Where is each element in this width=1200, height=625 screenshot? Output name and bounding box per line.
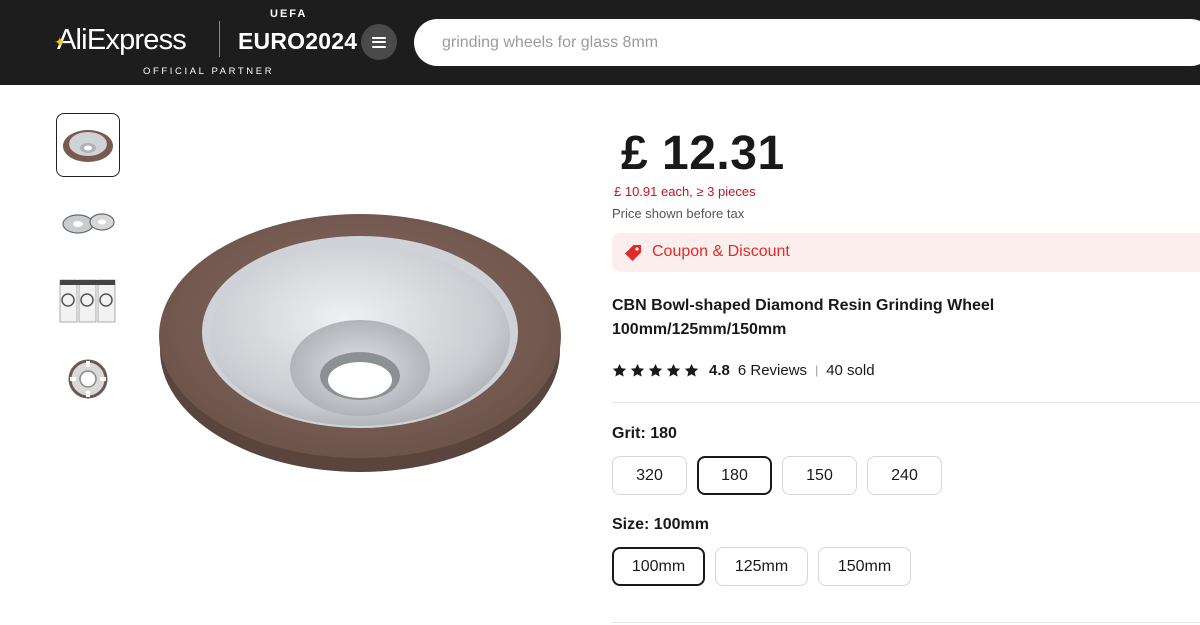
product-title: CBN Bowl-shaped Diamond Resin Grinding W…: [612, 297, 995, 338]
coupon-banner[interactable]: Coupon & Discount: [612, 233, 1200, 272]
grit-option-180[interactable]: 180: [697, 456, 772, 495]
logo-star-icon: ✦: [54, 34, 66, 50]
star-rating: [612, 363, 699, 378]
size-label-text: Size:: [612, 516, 654, 533]
hamburger-icon: [372, 36, 386, 48]
site-header: ✦ AliExpress UEFA EURO2024 OFFICIAL PART…: [0, 0, 1200, 85]
grit-option-240[interactable]: 240: [867, 456, 942, 495]
bulk-price: £ 10.91 each, ≥ 3 pieces: [614, 184, 756, 199]
search-input[interactable]: [442, 19, 1142, 66]
separator: |: [815, 363, 819, 377]
wheels-pair-thumb-image: [62, 213, 115, 234]
aliexpress-logo[interactable]: ✦ AliExpress: [54, 24, 187, 57]
grit-option-150[interactable]: 150: [782, 456, 857, 495]
size-option-150mm[interactable]: 150mm: [818, 547, 911, 586]
main-product-image[interactable]: [150, 190, 570, 490]
grit-option-320[interactable]: 320: [612, 456, 687, 495]
sold-count: 40 sold: [826, 361, 875, 379]
official-partner-caption: OFFICIAL PARTNER: [143, 66, 275, 77]
thumbnail-4[interactable]: [56, 347, 120, 411]
rating-row: 4.8 6 Reviews | 40 sold: [612, 360, 875, 380]
thumbnail-2[interactable]: [56, 191, 120, 255]
thumbnail-3[interactable]: [56, 269, 120, 333]
size-label: Size: 100mm: [612, 516, 709, 534]
coupon-label: Coupon & Discount: [652, 243, 790, 260]
reviews-link[interactable]: 6 Reviews: [738, 362, 807, 379]
grit-selected-value: 180: [650, 425, 677, 442]
thumbnail-list: [56, 113, 120, 425]
star-icon: [630, 363, 645, 377]
star-icon: [684, 363, 699, 377]
grinding-wheel-thumb-image: [63, 130, 113, 162]
wheel-top-thumb-image: [68, 359, 108, 399]
rating-score: 4.8: [709, 361, 730, 379]
logo-text: AliExpress: [57, 24, 187, 56]
packages-thumb-image: [59, 279, 116, 323]
grit-label-text: Grit:: [612, 425, 651, 442]
star-icon: [612, 363, 627, 377]
size-option-125mm[interactable]: 125mm: [715, 547, 808, 586]
tax-note: Price shown before tax: [612, 206, 745, 221]
uefa-badge: UEFA: [270, 8, 308, 20]
size-option-100mm[interactable]: 100mm: [612, 547, 705, 586]
bottom-divider: [612, 622, 1200, 623]
star-icon: [666, 363, 681, 377]
logo-divider: [219, 21, 220, 57]
grit-label: Grit: 180: [612, 425, 677, 443]
thumbnail-1[interactable]: [56, 113, 120, 177]
size-options: 100mm 125mm 150mm: [612, 547, 911, 586]
section-divider: [612, 402, 1200, 403]
star-icon: [648, 363, 663, 377]
tag-icon: [624, 244, 642, 267]
product-price: £ 12.31: [621, 127, 785, 180]
search-bar[interactable]: [414, 19, 1200, 66]
menu-button[interactable]: [361, 24, 397, 60]
grit-options: 320 180 150 240: [612, 456, 942, 495]
euro2024-logo: EURO2024: [238, 28, 358, 54]
size-selected-value: 100mm: [653, 516, 709, 533]
